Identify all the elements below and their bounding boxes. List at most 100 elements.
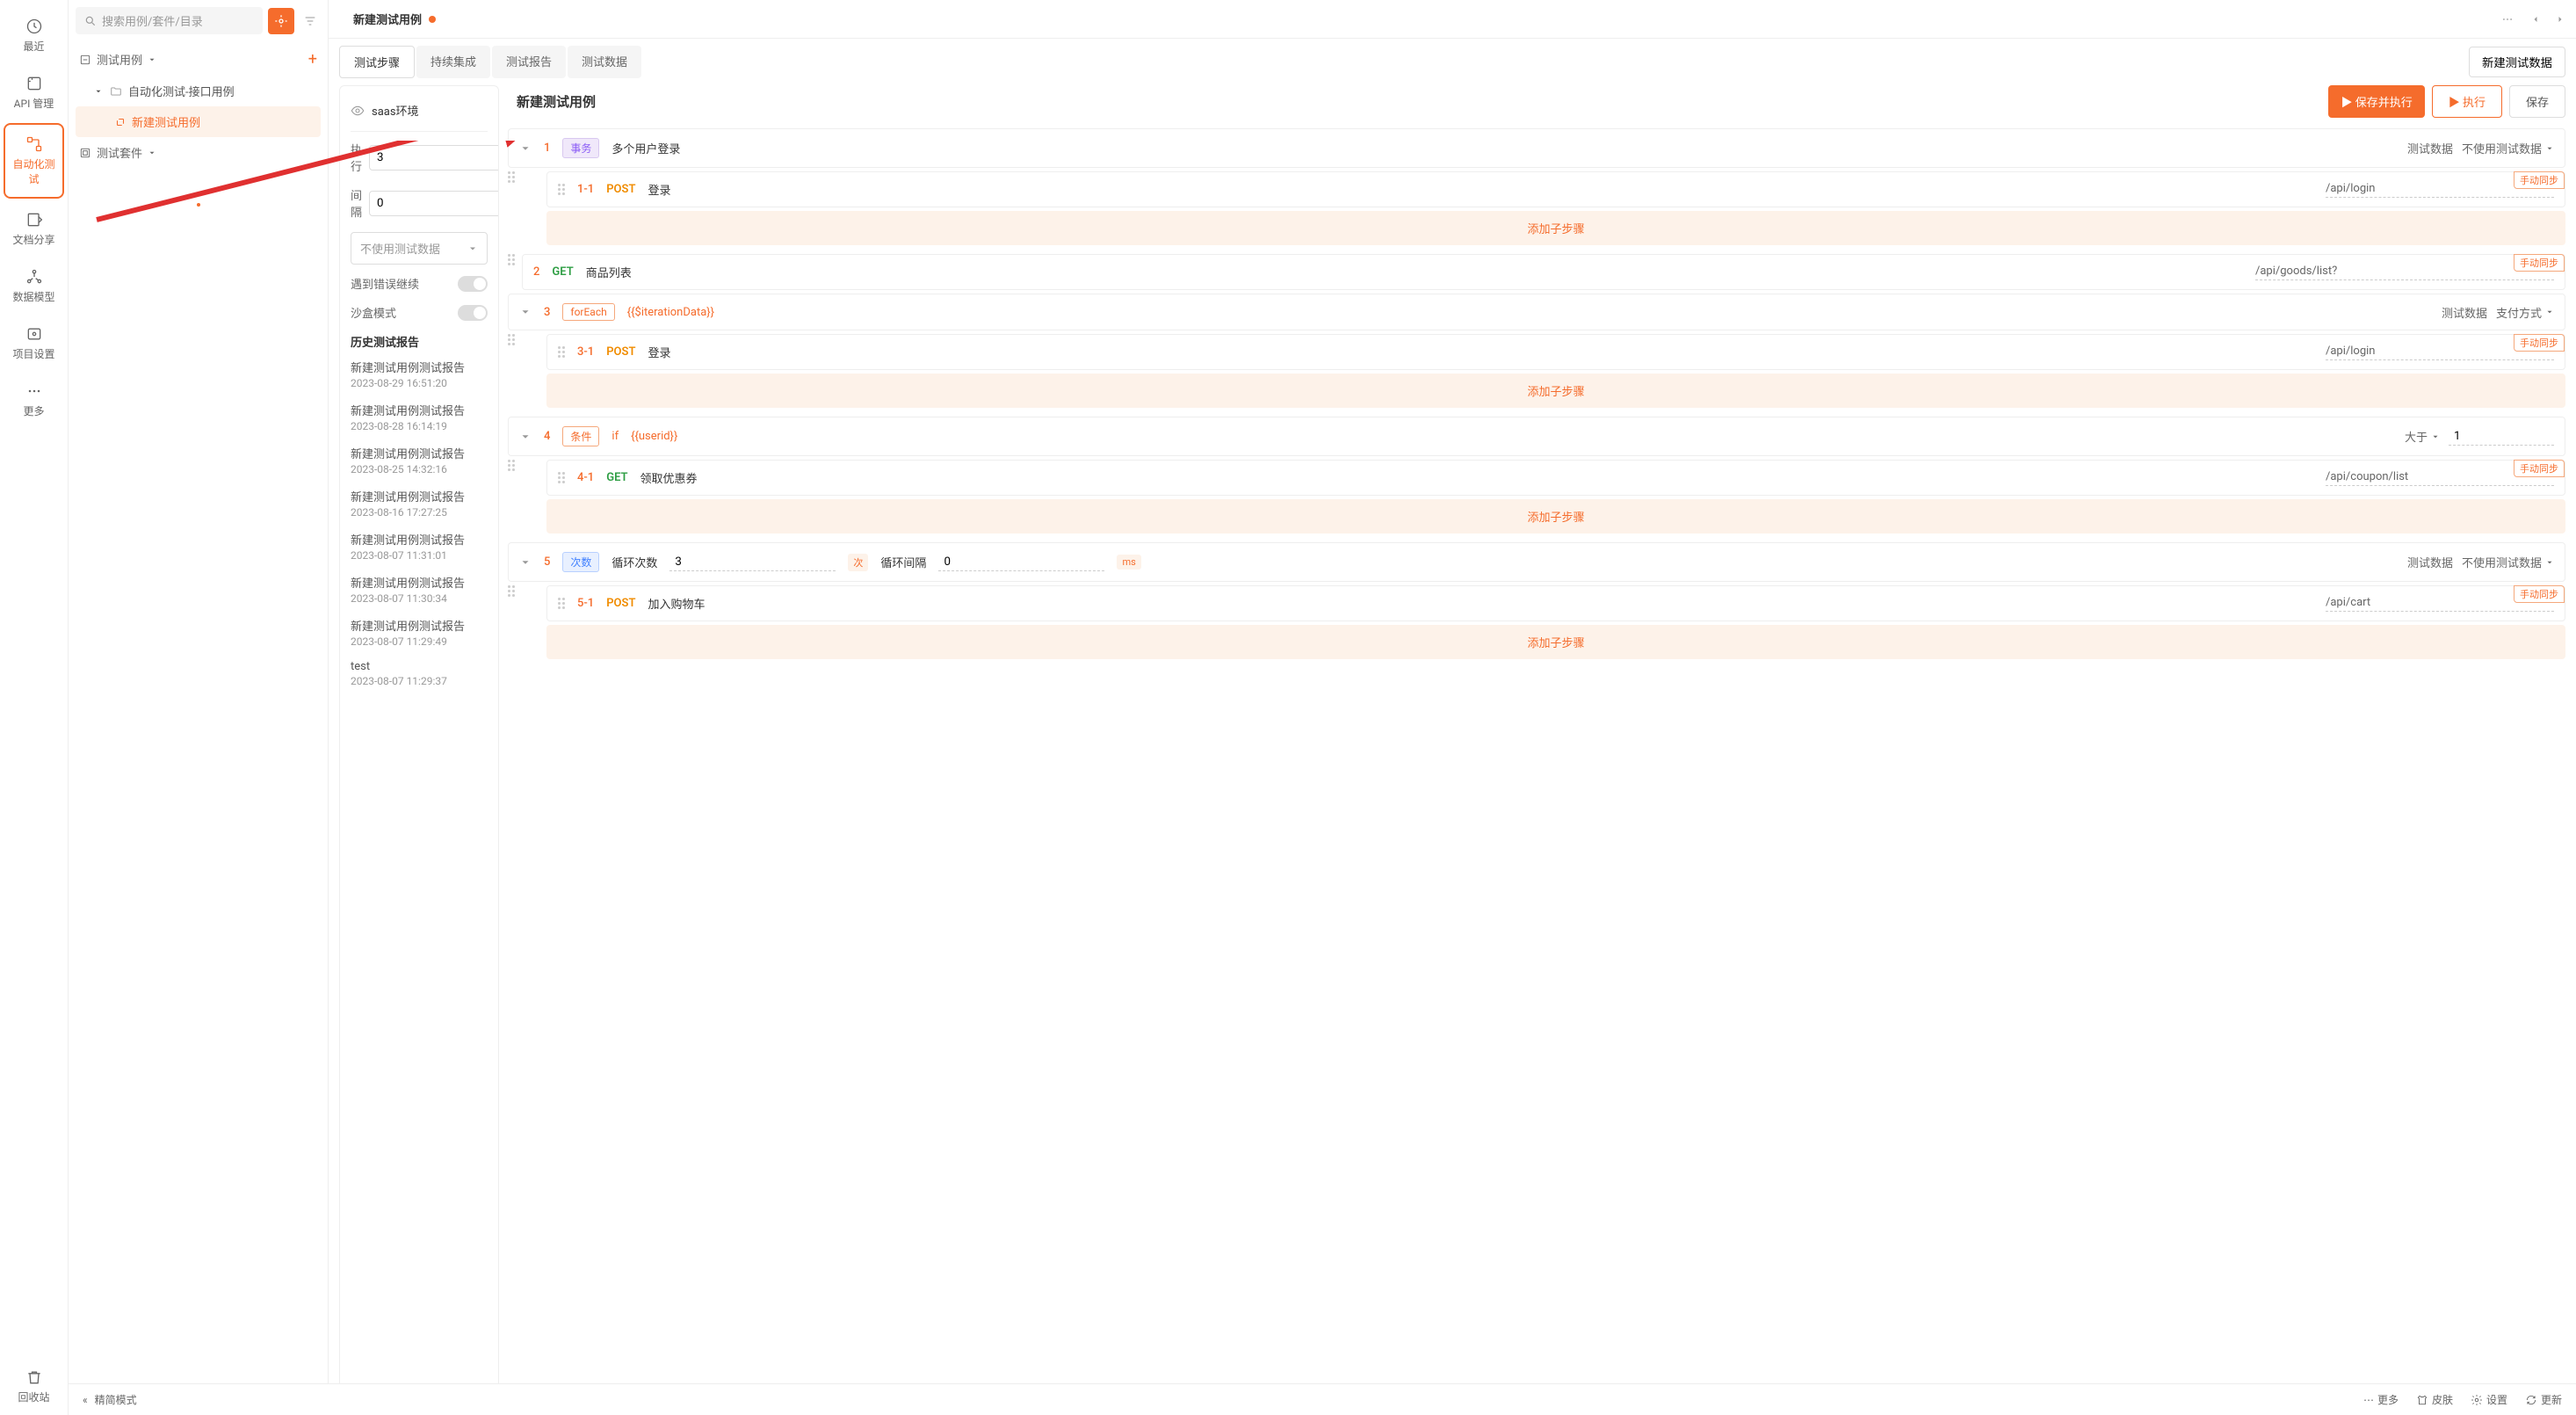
chevron-down-icon[interactable] bbox=[519, 431, 532, 443]
folder-icon bbox=[109, 85, 123, 98]
drag-handle[interactable] bbox=[508, 460, 515, 537]
tree-header-suites[interactable]: 测试套件 bbox=[76, 137, 321, 168]
op-select[interactable]: 大于 bbox=[2405, 428, 2440, 445]
chevron-down-icon[interactable] bbox=[519, 556, 532, 569]
footer-skin[interactable]: 皮肤 bbox=[2416, 1392, 2453, 1407]
step-2[interactable]: 2 GET 商品列表 /api/goods/list? 手动同步 bbox=[522, 254, 2565, 290]
add-substep-button[interactable]: 添加子步骤 bbox=[546, 211, 2565, 245]
report-item[interactable]: 新建测试用例测试报告2023-08-16 17:27:25 bbox=[351, 488, 488, 519]
sync-badge[interactable]: 手动同步 bbox=[2514, 171, 2565, 189]
exec-input[interactable] bbox=[369, 145, 499, 171]
report-item[interactable]: 新建测试用例测试报告2023-08-25 14:32:16 bbox=[351, 445, 488, 475]
nav-doc-share[interactable]: 文档分享 bbox=[0, 200, 68, 258]
sync-badge[interactable]: 手动同步 bbox=[2514, 254, 2565, 272]
main-tab[interactable]: 新建测试用例 bbox=[339, 2, 450, 36]
step-5-1[interactable]: 5-1 POST 加入购物车 /api/cart 手动同步 bbox=[546, 585, 2565, 621]
interval-input[interactable] bbox=[369, 191, 499, 216]
drag-handle[interactable] bbox=[558, 472, 565, 483]
main-area: 新建测试用例 测试步骤 持续集成 测试报告 测试数据 新建测试数据 saas环境… bbox=[329, 0, 2576, 1415]
next-icon[interactable] bbox=[2555, 13, 2565, 25]
drag-handle[interactable] bbox=[508, 585, 515, 663]
drag-handle[interactable] bbox=[558, 598, 565, 609]
sync-badge[interactable]: 手动同步 bbox=[2514, 585, 2565, 603]
report-item[interactable]: 新建测试用例测试报告2023-08-28 16:14:19 bbox=[351, 402, 488, 432]
report-item[interactable]: 新建测试用例测试报告2023-08-07 11:31:01 bbox=[351, 531, 488, 562]
tab-ci[interactable]: 持续集成 bbox=[416, 46, 490, 78]
loop-interval-input[interactable] bbox=[938, 554, 1104, 571]
step-3-1[interactable]: 3-1 POST 登录 /api/login 手动同步 bbox=[546, 334, 2565, 370]
step-4-head[interactable]: 4 条件 if {{userid}} 大于 bbox=[508, 417, 2565, 456]
step-4-1[interactable]: 4-1 GET 领取优惠券 /api/coupon/list 手动同步 bbox=[546, 460, 2565, 496]
report-item[interactable]: test2023-08-07 11:29:37 bbox=[351, 660, 488, 687]
step-data-select[interactable]: 支付方式 bbox=[2496, 304, 2554, 321]
simple-mode-button[interactable]: 精简模式 bbox=[95, 1392, 137, 1407]
env-label[interactable]: saas环境 bbox=[372, 102, 419, 119]
search-input[interactable]: 搜索用例/套件/目录 bbox=[76, 7, 263, 34]
step-data-select[interactable]: 不使用测试数据 bbox=[2462, 140, 2554, 156]
chevron-down-icon[interactable] bbox=[519, 142, 532, 155]
prev-icon[interactable] bbox=[2530, 13, 2541, 25]
tree-item-newcase[interactable]: 新建测试用例 bbox=[76, 106, 321, 137]
footer-update[interactable]: 更新 bbox=[2525, 1392, 2562, 1407]
nav-data-model[interactable]: 数据模型 bbox=[0, 258, 68, 315]
chevron-down-icon bbox=[2545, 144, 2554, 153]
val-input[interactable] bbox=[2449, 428, 2554, 446]
nav-recent[interactable]: 最近 bbox=[0, 7, 68, 64]
step-expr[interactable]: {{userid}} bbox=[631, 430, 677, 443]
add-substep-button[interactable]: 添加子步骤 bbox=[546, 499, 2565, 533]
step-1-1[interactable]: 1-1 POST 登录 /api/login 手动同步 bbox=[546, 171, 2565, 207]
nav-project-settings[interactable]: 项目设置 bbox=[0, 315, 68, 372]
step-data-select[interactable]: 不使用测试数据 bbox=[2462, 554, 2554, 570]
locate-button[interactable] bbox=[268, 8, 294, 34]
tree-cases-toggle[interactable]: 测试用例 bbox=[79, 51, 156, 68]
add-substep-button[interactable]: 添加子步骤 bbox=[546, 374, 2565, 408]
add-case-button[interactable]: + bbox=[308, 50, 317, 69]
save-button[interactable]: 保存 bbox=[2509, 85, 2565, 118]
sync-badge[interactable]: 手动同步 bbox=[2514, 334, 2565, 352]
report-item[interactable]: 新建测试用例测试报告2023-08-07 11:29:49 bbox=[351, 617, 488, 648]
drag-handle[interactable] bbox=[558, 346, 565, 358]
sandbox-toggle[interactable] bbox=[458, 305, 488, 321]
link-icon bbox=[114, 116, 127, 128]
continue-toggle[interactable] bbox=[458, 276, 488, 292]
nav-more[interactable]: 更多 bbox=[0, 372, 68, 429]
step-1-head[interactable]: 1 事务 多个用户登录 测试数据 不使用测试数据 bbox=[508, 128, 2565, 168]
new-test-data-button[interactable]: 新建测试数据 bbox=[2469, 47, 2565, 77]
step-3-head[interactable]: 3 forEach {{$iterationData}} 测试数据 支付方式 bbox=[508, 294, 2565, 330]
refresh-icon bbox=[2525, 1394, 2537, 1406]
chevron-down-icon bbox=[467, 243, 478, 254]
report-item[interactable]: 新建测试用例测试报告2023-08-07 11:30:34 bbox=[351, 574, 488, 605]
collapse-icon[interactable]: « bbox=[83, 1394, 88, 1406]
tree-suites-label: 测试套件 bbox=[97, 144, 142, 161]
nav-api-manage[interactable]: API 管理 bbox=[0, 64, 68, 121]
tab-data[interactable]: 测试数据 bbox=[568, 46, 641, 78]
nav-trash[interactable]: 回收站 bbox=[0, 1358, 68, 1415]
tree-folder[interactable]: 自动化测试-接口用例 bbox=[76, 76, 321, 106]
drag-handle[interactable] bbox=[508, 334, 515, 411]
chevron-down-icon[interactable] bbox=[519, 306, 532, 318]
report-date: 2023-08-07 11:29:37 bbox=[351, 675, 488, 687]
footer-more[interactable]: ⋯更多 bbox=[2363, 1392, 2399, 1407]
nav-auto-test[interactable]: 自动化测试 bbox=[4, 123, 64, 199]
tab-report[interactable]: 测试报告 bbox=[492, 46, 566, 78]
sync-badge[interactable]: 手动同步 bbox=[2514, 460, 2565, 477]
filter-button[interactable] bbox=[300, 8, 321, 34]
step-num: 4 bbox=[544, 430, 550, 443]
loop-count-input[interactable] bbox=[669, 554, 836, 571]
report-item[interactable]: 新建测试用例测试报告2023-08-29 16:51:20 bbox=[351, 359, 488, 389]
data-select[interactable]: 不使用测试数据 bbox=[351, 232, 488, 265]
save-run-button[interactable]: ▶ 保存并执行 bbox=[2328, 85, 2424, 118]
step-url[interactable]: /api/goods/list? bbox=[2255, 265, 2554, 280]
tab-test-steps[interactable]: 测试步骤 bbox=[339, 46, 415, 78]
step-expr[interactable]: {{$iterationData}} bbox=[627, 306, 714, 319]
more-icon[interactable] bbox=[2499, 13, 2516, 25]
drag-handle[interactable] bbox=[558, 184, 565, 195]
drag-handle[interactable] bbox=[508, 254, 515, 294]
add-substep-button[interactable]: 添加子步骤 bbox=[546, 625, 2565, 659]
drag-handle[interactable] bbox=[508, 171, 515, 249]
eye-icon[interactable] bbox=[351, 104, 365, 118]
step-5-head[interactable]: 5 次数 循环次数 次 循环间隔 ms 测试数据 不使用测试数据 bbox=[508, 542, 2565, 582]
run-button[interactable]: ▶ 执行 bbox=[2432, 85, 2502, 118]
interval-label: 循环间隔 bbox=[880, 554, 926, 570]
footer-settings[interactable]: 设置 bbox=[2471, 1392, 2507, 1407]
